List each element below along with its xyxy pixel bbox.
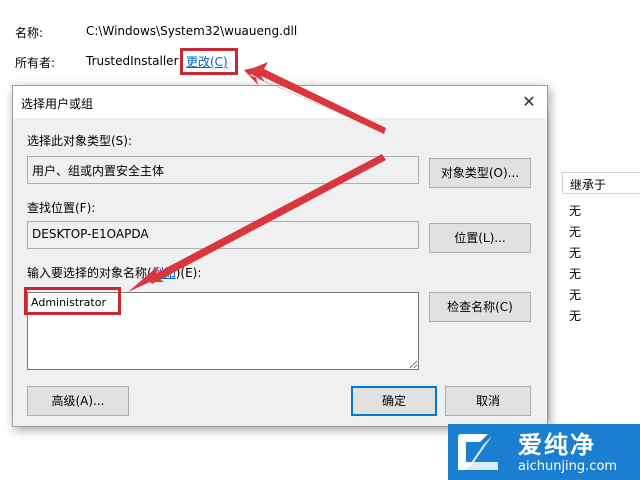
inherit-header-label: 继承于	[570, 178, 607, 192]
inherit-value: 无	[569, 204, 582, 218]
input-highlight	[24, 287, 121, 315]
object-types-button[interactable]: 对象类型(O)...	[429, 158, 531, 188]
brand-logo-icon	[458, 434, 498, 470]
locations-button[interactable]: 位置(L)...	[429, 223, 531, 253]
object-type-value: 用户、组或内置安全主体	[32, 164, 165, 178]
enter-names-label: 输入要选择的对象名称(例如)(E):	[27, 264, 201, 281]
name-label: 名称:	[15, 26, 44, 40]
dialog-titlebar[interactable]: 选择用户或组 ✕	[13, 86, 547, 118]
watermark-brand: 爱纯净	[518, 431, 596, 459]
object-type-field: 用户、组或内置安全主体	[27, 156, 419, 184]
advanced-button[interactable]: 高级(A)...	[27, 386, 129, 416]
cancel-button[interactable]: 取消	[445, 386, 531, 416]
ok-button[interactable]: 确定	[351, 386, 437, 416]
dialog-title: 选择用户或组	[21, 97, 94, 111]
location-field: DESKTOP-E1OAPDA	[27, 221, 419, 249]
enter-names-label-suffix: )(E):	[175, 266, 202, 280]
owner-value: TrustedInstaller	[86, 54, 179, 68]
file-path-value: C:\Windows\System32\wuaueng.dll	[86, 24, 298, 38]
owner-label: 所有者:	[15, 56, 56, 70]
inherit-value: 无	[569, 309, 582, 323]
inherit-value: 无	[569, 267, 582, 281]
location-value: DESKTOP-E1OAPDA	[32, 227, 149, 241]
background-panel-divider	[548, 110, 549, 420]
examples-link[interactable]: 例如	[152, 266, 176, 280]
inherit-value: 无	[569, 225, 582, 239]
select-users-dialog: 选择用户或组 ✕ 选择此对象类型(S): 用户、组或内置安全主体 对象类型(O)…	[12, 85, 548, 427]
inherit-value: 无	[569, 246, 582, 260]
check-names-button[interactable]: 检查名称(C)	[429, 292, 531, 322]
inherit-value: 无	[569, 288, 582, 302]
inherit-column-header[interactable]: 继承于	[562, 172, 640, 194]
close-icon[interactable]: ✕	[517, 90, 541, 114]
enter-names-label-prefix: 输入要选择的对象名称(	[27, 266, 152, 280]
watermark-url: aichunjing.com	[518, 459, 618, 474]
object-type-label: 选择此对象类型(S):	[27, 134, 133, 148]
change-link-highlight	[180, 48, 238, 75]
location-label: 查找位置(F):	[27, 201, 96, 215]
